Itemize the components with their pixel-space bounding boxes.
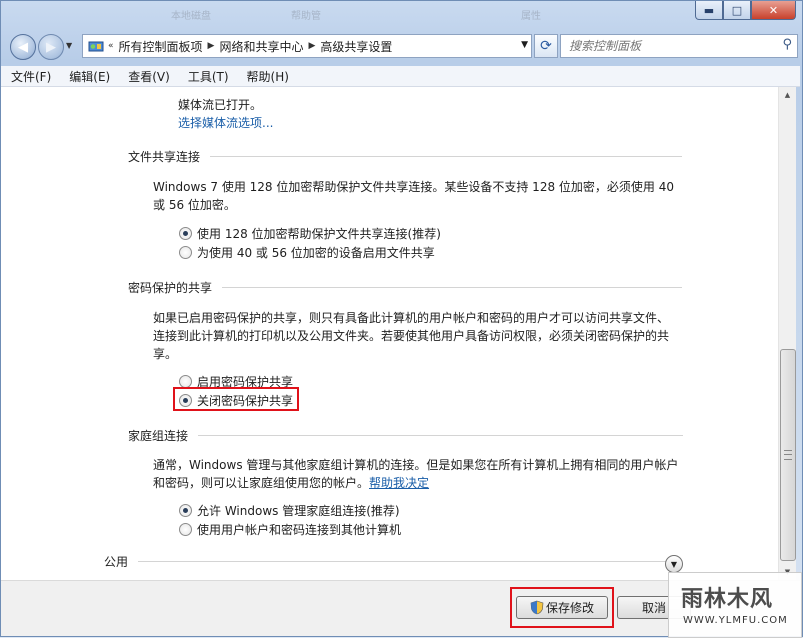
cancel-button-label[interactable]: 取消 (642, 599, 666, 616)
back-button[interactable]: ◀ (10, 34, 36, 60)
vertical-scrollbar[interactable]: ▲ ▼ (778, 87, 796, 580)
menu-file[interactable]: 文件(F) (1, 68, 59, 85)
address-dropdown-icon[interactable]: ▼ (521, 40, 528, 50)
section-homegroup: 家庭组连接 (128, 427, 684, 444)
radio-button[interactable] (179, 227, 192, 240)
homegroup-description-text: 和密码，则可以让家庭组使用您的帐户。 (153, 476, 370, 490)
section-divider (210, 156, 683, 157)
media-options-link[interactable]: 选择媒体流选项... (178, 113, 273, 133)
section-title: 公用 (104, 555, 129, 569)
highlight-box (173, 387, 299, 411)
background-text: 本地磁盘 (171, 11, 211, 22)
minimize-button[interactable]: ▬ (695, 1, 723, 20)
homegroup-description: 通常，Windows 管理与其他家庭组计算机的连接。但是如果您在所有计算机上拥有… (153, 458, 679, 472)
expand-public-button[interactable]: ▼ (665, 555, 683, 573)
section-divider (222, 287, 683, 288)
maximize-button[interactable]: □ (723, 1, 751, 20)
homegroup-description: 和密码，则可以让家庭组使用您的帐户。帮助我决定 (153, 473, 429, 493)
watermark-logo: 雨林木风 WWW.YLMFU.COM (668, 572, 802, 638)
section-title: 文件共享连接 (128, 150, 201, 164)
password-sharing-description: 连接到此计算机的打印机以及公用文件夹。若要使其他用户具备访问权限，必须关闭密码保… (153, 329, 670, 343)
file-sharing-description: 或 56 位加密。 (153, 198, 236, 212)
radio-label[interactable]: 使用用户帐户和密码连接到其他计算机 (197, 521, 401, 538)
section-title: 密码保护的共享 (128, 281, 213, 295)
password-sharing-description: 享。 (153, 347, 178, 361)
radio-button[interactable] (179, 246, 192, 259)
section-title: 家庭组连接 (128, 429, 189, 443)
recent-pages-dropdown[interactable]: ▼ (66, 41, 72, 50)
settings-content: 媒体流已打开。 选择媒体流选项... 文件共享连接 Windows 7 使用 1… (1, 87, 778, 580)
radio-label[interactable]: 使用 128 位加密帮助保护文件共享连接(推荐) (197, 225, 441, 242)
password-sharing-description: 如果已启用密码保护的共享，则只有具备此计算机的用户帐户和密码的用户才可以访问共享… (153, 311, 670, 325)
chevron-down-icon: ▼ (670, 559, 678, 569)
breadcrumb-all-control-panel[interactable]: 所有控制面板项 (114, 38, 208, 55)
radio-button[interactable] (179, 504, 192, 517)
close-button[interactable]: ✕ (751, 1, 796, 20)
search-input[interactable] (567, 38, 771, 54)
background-text: 帮助管 (291, 11, 321, 22)
watermark-url: WWW.YLMFU.COM (683, 615, 788, 626)
refresh-icon: ⟳ (540, 38, 552, 54)
breadcrumb-separator-icon[interactable]: ▶ (208, 41, 215, 51)
grip-icon (784, 450, 792, 460)
search-icon[interactable]: ⚲ (782, 37, 792, 52)
media-status-text: 媒体流已打开。 (178, 98, 263, 112)
section-password-sharing: 密码保护的共享 (128, 279, 683, 296)
section-file-sharing: 文件共享连接 (128, 148, 683, 165)
menu-bar: 文件(F) 编辑(E) 查看(V) 工具(T) 帮助(H) (1, 66, 800, 87)
menu-help[interactable]: 帮助(H) (237, 68, 297, 85)
file-sharing-description: Windows 7 使用 128 位加密帮助保护文件共享连接。某些设备不支持 1… (153, 180, 674, 194)
radio-windows-manage-homegroup[interactable]: 允许 Windows 管理家庭组连接(推荐) (179, 502, 400, 519)
radio-40-56bit-encryption[interactable]: 为使用 40 或 56 位加密的设备启用文件共享 (179, 244, 435, 261)
breadcrumb-network-sharing[interactable]: 网络和共享中心 (214, 38, 308, 55)
menu-view[interactable]: 查看(V) (118, 68, 178, 85)
back-arrow-icon: ◀ (18, 39, 28, 55)
section-divider (138, 561, 667, 562)
menu-tools[interactable]: 工具(T) (178, 68, 237, 85)
address-bar[interactable]: « 所有控制面板项 ▶ 网络和共享中心 ▶ 高级共享设置 ▼ (82, 34, 532, 58)
scroll-thumb[interactable] (780, 349, 796, 561)
radio-128bit-encryption[interactable]: 使用 128 位加密帮助保护文件共享连接(推荐) (179, 225, 441, 242)
watermark-brand: 雨林木风 (681, 586, 774, 612)
save-highlight-box (510, 587, 614, 628)
help-me-decide-link[interactable]: 帮助我决定 (369, 476, 429, 490)
background-text: 属性 (521, 11, 541, 22)
forward-button[interactable]: ▶ (38, 34, 64, 60)
breadcrumb-separator-icon[interactable]: ▶ (308, 41, 315, 51)
radio-label[interactable]: 为使用 40 或 56 位加密的设备启用文件共享 (197, 244, 435, 261)
radio-button[interactable] (179, 523, 192, 536)
scroll-up-arrow[interactable]: ▲ (779, 87, 796, 103)
refresh-button[interactable]: ⟳ (534, 34, 558, 58)
radio-label[interactable]: 允许 Windows 管理家庭组连接(推荐) (197, 502, 400, 519)
control-panel-icon (88, 41, 104, 52)
section-divider (198, 435, 684, 436)
forward-arrow-icon: ▶ (46, 39, 56, 55)
radio-user-account-connect[interactable]: 使用用户帐户和密码连接到其他计算机 (179, 521, 401, 538)
breadcrumb-advanced-sharing[interactable]: 高级共享设置 (315, 38, 397, 55)
search-box[interactable]: ⚲ (560, 34, 798, 58)
navigation-bar: ◀ ▶ ▼ « 所有控制面板项 ▶ 网络和共享中心 ▶ 高级共享设置 ▼ ⟳ ⚲ (8, 32, 798, 60)
caption-buttons: ▬ □ ✕ (695, 1, 796, 20)
menu-edit[interactable]: 编辑(E) (59, 68, 118, 85)
section-public: 公用 (104, 553, 667, 570)
